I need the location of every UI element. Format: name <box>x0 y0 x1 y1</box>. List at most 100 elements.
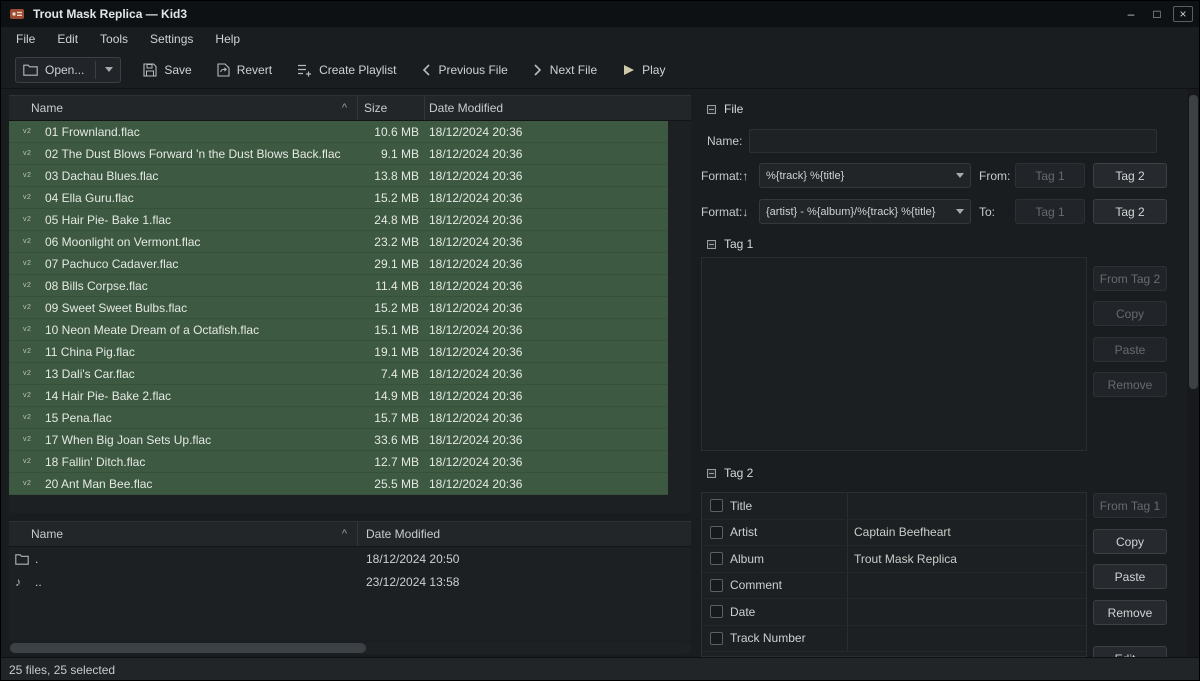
file-row[interactable]: v215 Pena.flac15.7 MB18/12/2024 20:36 <box>9 407 668 429</box>
combo-value: {artist} - %{album}/%{track} %{title} <box>766 206 952 218</box>
close-button[interactable]: × <box>1173 6 1193 22</box>
checkbox-title[interactable] <box>710 499 723 512</box>
field-value[interactable] <box>847 626 1086 652</box>
remove-button[interactable]: Remove <box>1093 600 1167 625</box>
vertical-scrollbar-thumb[interactable] <box>1189 95 1198 389</box>
tag-field-row[interactable]: ArtistCaptain Beefheart <box>702 520 1086 547</box>
file-row[interactable]: v214 Hair Pie- Bake 2.flac14.9 MB18/12/2… <box>9 385 668 407</box>
dir-name: . <box>35 552 358 566</box>
dir-table-body: .18/12/2024 20:50♪..23/12/2024 13:58 <box>9 547 691 641</box>
file-row[interactable]: v207 Pachuco Cadaver.flac29.1 MB18/12/20… <box>9 253 668 275</box>
tag-field-row[interactable]: Title <box>702 493 1086 520</box>
checkbox-track-number[interactable] <box>710 632 723 645</box>
column-header-name[interactable]: Name ^ <box>9 96 358 120</box>
tag-field-row[interactable]: Track Number <box>702 626 1086 653</box>
field-value[interactable]: Trout Mask Replica <box>847 546 1086 572</box>
file-row[interactable]: v206 Moonlight on Vermont.flac23.2 MB18/… <box>9 231 668 253</box>
checkbox-comment[interactable] <box>710 579 723 592</box>
field-value[interactable] <box>847 599 1086 625</box>
dir-row[interactable]: .18/12/2024 20:50 <box>9 547 668 570</box>
menu-item-help[interactable]: Help <box>204 27 251 51</box>
file-row[interactable]: v209 Sweet Sweet Bulbs.flac15.2 MB18/12/… <box>9 297 668 319</box>
window-controls: – □ × <box>1121 6 1193 22</box>
vertical-scrollbar[interactable] <box>1187 89 1200 657</box>
file-name: 10 Neon Meate Dream of a Octafish.flac <box>45 323 358 337</box>
minimize-button[interactable]: – <box>1121 6 1141 22</box>
tag-field-row[interactable]: Date <box>702 599 1086 626</box>
format-from-filename-combo[interactable]: %{track} %{title} <box>759 163 971 188</box>
tag1-content-area <box>701 257 1087 451</box>
column-header-date-modified[interactable]: Date Modified <box>358 522 691 546</box>
collapse-icon[interactable] <box>707 240 716 249</box>
column-header-date-modified[interactable]: Date Modified <box>425 96 691 120</box>
file-row[interactable]: v213 Dali's Car.flac7.4 MB18/12/2024 20:… <box>9 363 668 385</box>
dir-row[interactable]: ♪..23/12/2024 13:58 <box>9 570 668 593</box>
file-size: 15.7 MB <box>358 411 425 425</box>
checkbox-date[interactable] <box>710 605 723 618</box>
file-row[interactable]: v202 The Dust Blows Forward 'n the Dust … <box>9 143 668 165</box>
toolbar-next-file-button[interactable]: Next File <box>530 57 600 83</box>
file-row[interactable]: v203 Dachau Blues.flac13.8 MB18/12/2024 … <box>9 165 668 187</box>
kid3-window: Trout Mask Replica — Kid3 – □ × FileEdit… <box>0 0 1200 681</box>
file-section-header[interactable]: File <box>707 102 743 116</box>
toolbar-open-button[interactable]: Open... <box>15 57 121 83</box>
file-date-modified: 18/12/2024 20:36 <box>425 235 668 249</box>
file-row[interactable]: v211 China Pig.flac19.1 MB18/12/2024 20:… <box>9 341 668 363</box>
file-row[interactable]: v210 Neon Meate Dream of a Octafish.flac… <box>9 319 668 341</box>
right-panel: File Name: Format:↑ %{track} %{title} Fr… <box>691 89 1187 657</box>
maximize-button[interactable]: □ <box>1147 6 1167 22</box>
column-header-name[interactable]: Name ^ <box>9 522 358 546</box>
paste-button[interactable]: Paste <box>1093 564 1167 589</box>
collapse-icon[interactable] <box>707 105 716 114</box>
tag-field-row[interactable]: Comment <box>702 573 1086 600</box>
tag-field-row[interactable]: AlbumTrout Mask Replica <box>702 546 1086 573</box>
field-value[interactable]: Captain Beefheart <box>847 520 1086 546</box>
tag1-section-header[interactable]: Tag 1 <box>707 237 753 251</box>
toolbar-previous-file-button[interactable]: Previous File <box>418 57 510 83</box>
file-row[interactable]: v218 Fallin' Ditch.flac12.7 MB18/12/2024… <box>9 451 668 473</box>
format-to-filename-combo[interactable]: {artist} - %{album}/%{track} %{title} <box>759 199 971 224</box>
checkbox-artist[interactable] <box>710 526 723 539</box>
file-row[interactable]: v208 Bills Corpse.flac11.4 MB18/12/2024 … <box>9 275 668 297</box>
menu-item-tools[interactable]: Tools <box>89 27 139 51</box>
menu-item-edit[interactable]: Edit <box>46 27 89 51</box>
tag2-section-header[interactable]: Tag 2 <box>707 466 753 480</box>
file-row[interactable]: v205 Hair Pie- Bake 1.flac24.8 MB18/12/2… <box>9 209 668 231</box>
edit-button[interactable]: Edit... <box>1093 646 1167 657</box>
toolbar-create-playlist-button[interactable]: Create Playlist <box>294 57 399 83</box>
menu-item-settings[interactable]: Settings <box>139 27 204 51</box>
tag-indicator-icon: v2 <box>23 260 45 267</box>
toolbar-save-button[interactable]: Save <box>140 57 194 83</box>
field-label: Date <box>730 605 755 619</box>
separator <box>95 61 96 79</box>
file-name: 04 Ella Guru.flac <box>45 191 358 205</box>
tag-field-label-cell: Album <box>702 546 847 572</box>
file-row[interactable]: v217 When Big Joan Sets Up.flac33.6 MB18… <box>9 429 668 451</box>
from-tag1-button[interactable]: Tag 1 <box>1015 163 1085 188</box>
field-value[interactable] <box>847 573 1086 599</box>
tag-indicator-icon: v2 <box>23 238 45 245</box>
copy-button[interactable]: Copy <box>1093 529 1167 554</box>
horizontal-scrollbar-thumb[interactable] <box>10 643 366 653</box>
collapse-icon[interactable] <box>707 469 716 478</box>
toolbar-revert-button[interactable]: Revert <box>214 57 275 83</box>
toolbar-play-button[interactable]: Play <box>619 57 668 83</box>
field-value[interactable] <box>847 493 1086 519</box>
column-header-size[interactable]: Size <box>358 96 425 120</box>
file-table-header[interactable]: Name ^ Size Date Modified <box>9 95 691 121</box>
checkbox-album[interactable] <box>710 552 723 565</box>
tag-field-label-cell: Title <box>702 493 847 519</box>
horizontal-scrollbar[interactable] <box>9 642 691 654</box>
file-size: 9.1 MB <box>358 147 425 161</box>
file-row[interactable]: v220 Ant Man Bee.flac25.5 MB18/12/2024 2… <box>9 473 668 495</box>
from-tag-1-button[interactable]: From Tag 1 <box>1093 493 1167 518</box>
chevron-down-icon[interactable] <box>105 67 113 72</box>
menu-item-file[interactable]: File <box>5 27 46 51</box>
dir-table-header[interactable]: Name ^ Date Modified <box>9 521 691 547</box>
file-date-modified: 18/12/2024 20:36 <box>425 125 668 139</box>
file-name: 18 Fallin' Ditch.flac <box>45 455 358 469</box>
to-tag1-button[interactable]: Tag 1 <box>1015 199 1085 224</box>
file-row[interactable]: v204 Ella Guru.flac15.2 MB18/12/2024 20:… <box>9 187 668 209</box>
file-size: 10.6 MB <box>358 125 425 139</box>
file-row[interactable]: v201 Frownland.flac10.6 MB18/12/2024 20:… <box>9 121 668 143</box>
